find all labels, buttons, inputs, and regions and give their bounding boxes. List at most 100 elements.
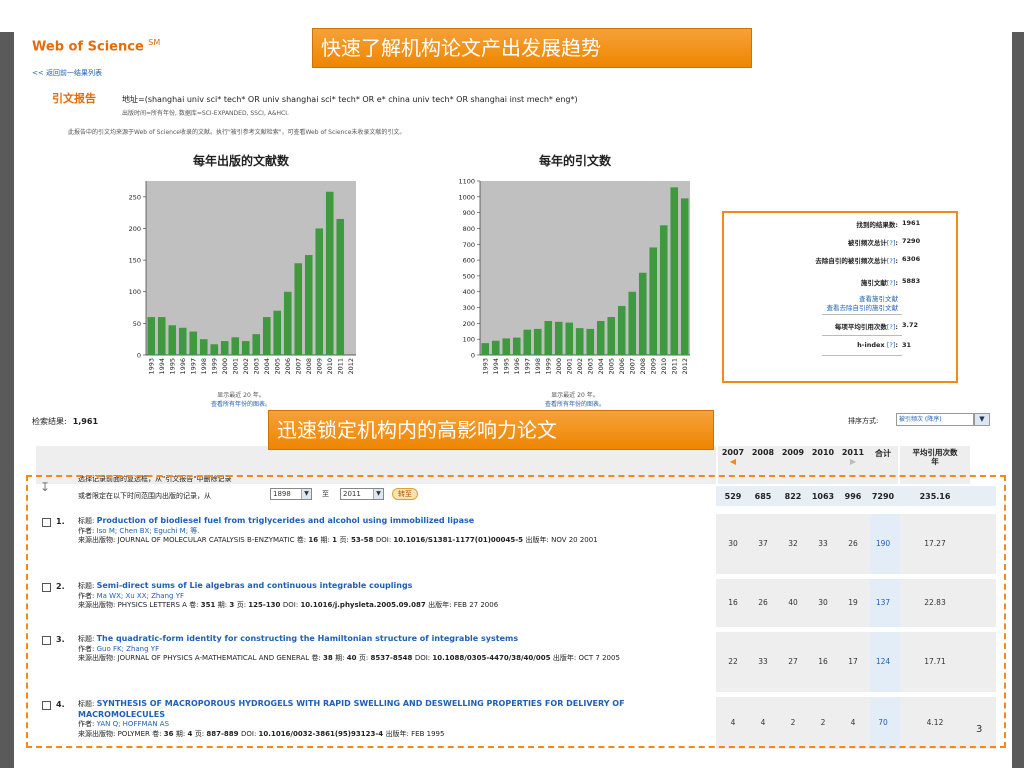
stat-without-self: 去除自引的被引频次总计[?]: 6306 <box>815 255 921 265</box>
page-number: 3 <box>976 724 983 735</box>
sort-label: 排序方式: <box>848 417 879 425</box>
y-tick-label: 1100 <box>458 178 475 186</box>
chart-publications-svg: 0 50 100 150 200 250 1993 1994 1995 1996 1997 1998 1… <box>129 181 356 375</box>
x-tick-label: 2001 <box>231 358 239 375</box>
bar-2011 <box>336 218 345 355</box>
x-tick-label: 2005 <box>273 358 281 375</box>
stats-divider <box>822 355 902 356</box>
chart-citations-footer: 显示最近 20 年。 查看所有年份的图表。 <box>452 391 698 409</box>
results-count: 检索结果: 1,961 <box>32 416 98 427</box>
bar-2004 <box>596 320 605 355</box>
callout-trend: 快速了解机构论文产出发展趋势 <box>312 28 752 68</box>
bar-2000 <box>220 341 229 355</box>
x-tick-label: 1997 <box>189 358 197 375</box>
chart-citations-svg: 0 100 200 300 400 500 600 700 800 900 1000 1100 1993… <box>458 178 690 375</box>
x-tick-label: 2011 <box>336 358 344 375</box>
bar-2007 <box>294 263 303 355</box>
chart-citations-footer-text: 显示最近 20 年。 <box>551 392 599 399</box>
plot-area <box>146 181 356 355</box>
help-link[interactable]: [?] <box>887 341 896 349</box>
bar-1998 <box>533 328 542 355</box>
next-years-icon[interactable]: ▶ <box>838 457 868 466</box>
year-header-label: 2007 <box>721 448 745 457</box>
x-tick-label: 1998 <box>200 358 208 375</box>
x-tick-label: 2006 <box>284 358 292 375</box>
chart-publications-all-years-link[interactable]: 查看所有年份的图表。 <box>211 401 271 408</box>
chart-citations-title: 每年的引文数 <box>538 154 611 168</box>
x-tick-label: 1999 <box>210 358 218 375</box>
stat-citing-articles: 施引文献[?]: 5883 <box>860 277 921 287</box>
chart-citations-all-years-link[interactable]: 查看所有年份的图表。 <box>545 401 605 408</box>
wos-logo[interactable]: Web of Science SM <box>32 38 160 54</box>
help-link[interactable]: [?] <box>887 257 896 265</box>
sort-dropdown-chevron-icon[interactable]: ▼ <box>974 413 990 426</box>
report-note: 此报告中的引文均来源于Web of Science收录的文献。执行"被引参考文献… <box>68 129 406 136</box>
x-tick-label: 2005 <box>607 358 615 375</box>
y-tick-label: 200 <box>463 320 475 328</box>
y-tick-label: 300 <box>463 304 475 312</box>
x-tick-label: 2009 <box>315 358 323 375</box>
bar-2008 <box>304 255 313 355</box>
y-tick-label: 250 <box>129 193 141 201</box>
bar-2002 <box>241 341 250 355</box>
x-tick-label: 2010 <box>326 358 334 375</box>
y-tick-label: 0 <box>137 352 141 360</box>
bar-1997 <box>189 331 198 355</box>
stat-value: 31 <box>902 341 912 349</box>
x-tick-label: 1997 <box>523 358 531 375</box>
year-header-label: 2011 <box>841 448 865 457</box>
x-tick-label: 2007 <box>294 358 302 375</box>
stats-divider <box>822 314 902 315</box>
stat-value: 7290 <box>902 237 921 245</box>
x-tick-label: 2003 <box>586 358 594 375</box>
stat-label: 施引文献 <box>860 279 887 287</box>
sort-select[interactable]: 被引频次 (降序) <box>896 413 974 426</box>
bar-1994 <box>157 317 166 355</box>
y-tick-label: 100 <box>463 336 475 344</box>
y-tick-label: 1000 <box>458 193 475 201</box>
stat-label: 被引频次总计 <box>847 239 887 247</box>
x-tick-label: 2012 <box>347 358 355 375</box>
chart-publications-title: 每年出版的文献数 <box>192 154 289 168</box>
bar-2010 <box>659 225 668 355</box>
bar-1996 <box>512 337 521 355</box>
stat-label: 每项平均引用次数 <box>834 323 887 331</box>
highlight-dashed-box <box>26 475 1006 748</box>
year-header-label: 2008 <box>751 448 775 457</box>
x-tick-label: 2000 <box>555 358 563 375</box>
results-label: 检索结果: <box>32 417 67 426</box>
help-link[interactable]: [?] <box>887 323 896 331</box>
wos-logo-text: Web of Science <box>32 39 144 55</box>
bar-1996 <box>178 327 187 355</box>
bar-2006 <box>283 291 292 355</box>
bar-2010 <box>325 191 334 355</box>
help-link[interactable]: [?] <box>887 279 896 287</box>
bar-2012 <box>680 198 689 355</box>
x-tick-label: 2004 <box>263 358 271 375</box>
plot-area <box>480 181 690 355</box>
x-tick-label: 1994 <box>158 358 166 375</box>
bar-2005 <box>607 317 616 355</box>
x-tick-label: 2006 <box>618 358 626 375</box>
x-tick-label: 2012 <box>681 358 689 375</box>
stats-divider <box>822 335 902 336</box>
bar-2001 <box>565 322 574 355</box>
stat-times-cited: 被引频次总计[?]: 7290 <box>847 237 921 247</box>
x-tick-label: 2002 <box>576 358 584 375</box>
help-link[interactable]: [?] <box>887 239 896 247</box>
stat-value: 6306 <box>902 255 921 263</box>
back-to-results-link[interactable]: << 返回前一结果列表 <box>32 68 102 78</box>
view-citing-without-self-link[interactable]: 查看去除自引的施引文献 <box>827 302 899 312</box>
x-tick-label: 2003 <box>252 358 260 375</box>
chart-citations: 每年的引文数 0 100 200 300 400 500 600 700 800 900 1000 1… <box>452 152 698 409</box>
bar-2004 <box>262 317 271 355</box>
x-tick-label: 1996 <box>179 358 187 375</box>
y-tick-label: 100 <box>129 288 141 296</box>
bar-2002 <box>575 328 584 355</box>
bar-1995 <box>168 325 177 355</box>
bar-1998 <box>199 339 208 355</box>
prev-years-icon[interactable]: ◀ <box>718 457 748 466</box>
left-frame-bar <box>0 32 14 768</box>
x-tick-label: 2011 <box>670 358 678 375</box>
bar-2005 <box>273 310 282 355</box>
